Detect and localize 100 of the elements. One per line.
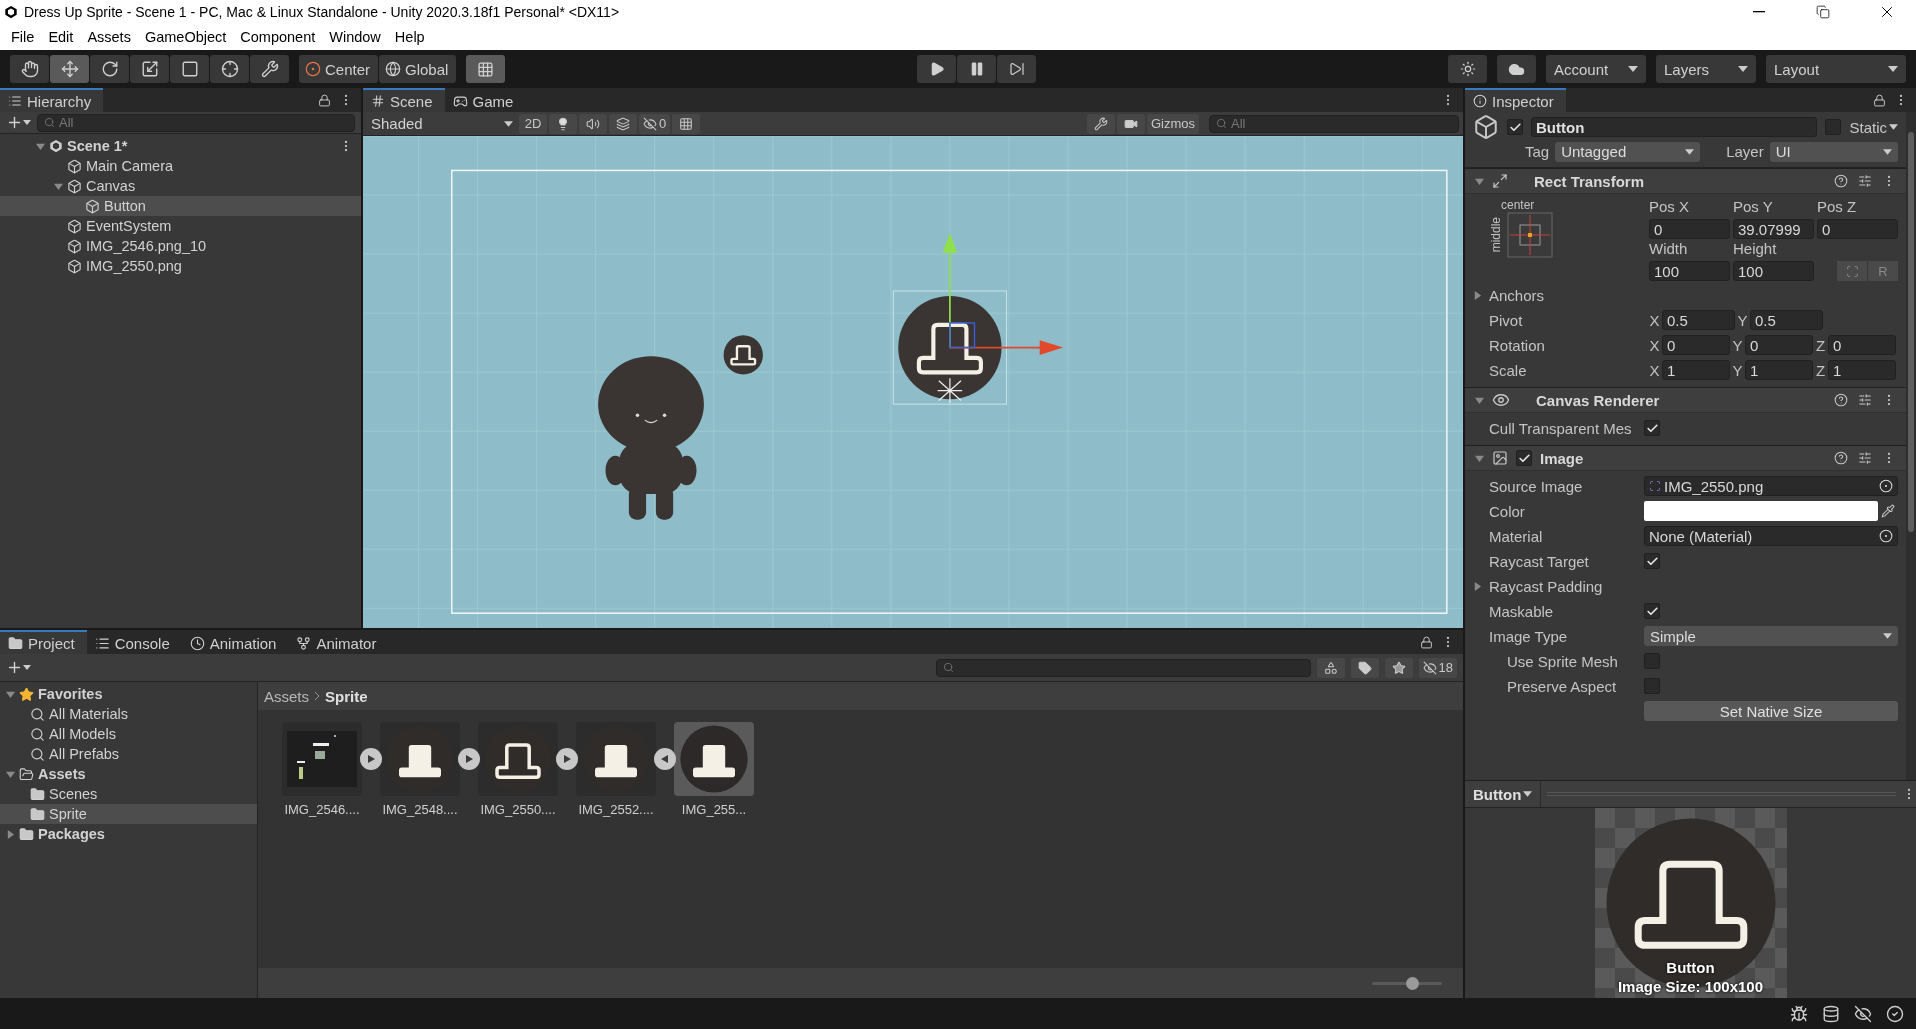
expand-arrow-icon[interactable] [1475,395,1484,405]
panel-tab[interactable]: Animation [181,630,289,654]
number-field[interactable]: 100 [1733,261,1814,281]
hierarchy-item[interactable]: IMG_2550.png [0,256,361,276]
grid-toggle[interactable] [672,113,701,134]
number-field[interactable]: 0 [1745,335,1813,355]
color-field[interactable] [1644,501,1878,521]
checkbox[interactable] [1644,420,1660,436]
hierarchy-item[interactable]: EventSystem [0,216,361,236]
selected-button-sprite[interactable] [898,295,1002,400]
expand-sprites-button[interactable] [458,748,480,770]
number-field[interactable]: 100 [1649,261,1730,281]
menu-item[interactable]: File [4,29,42,45]
number-field[interactable]: 0 [1649,219,1730,239]
toolbar-dropdown[interactable]: Layers [1656,55,1756,83]
asset-thumbnail[interactable] [282,722,362,796]
expand-arrow-icon[interactable] [1473,581,1482,591]
number-field[interactable]: 0 [1828,335,1896,355]
number-field[interactable]: 1 [1662,360,1730,380]
hierarchy-item[interactable]: Canvas [0,176,361,196]
hierarchy-item[interactable]: Scene 1* [0,136,361,156]
hierarchy-tab[interactable]: Hierarchy [0,88,104,112]
pause-button[interactable] [957,55,997,83]
asset-thumbnail[interactable] [380,722,460,796]
menu-item[interactable]: GameObject [137,29,234,45]
asset-thumbnail[interactable] [674,722,754,796]
expand-arrow-icon[interactable] [6,829,15,839]
tool-button[interactable] [10,55,49,83]
menu-item[interactable]: Edit [41,29,81,45]
favorite-button[interactable] [1384,657,1413,678]
foldout-label[interactable]: Anchors [1489,286,1789,304]
enable-checkbox[interactable] [1516,450,1532,466]
expand-sprites-button[interactable] [654,748,676,770]
component-header[interactable]: Canvas Renderer [1465,387,1906,413]
number-field[interactable]: 0 [1662,335,1730,355]
asset-thumbnail[interactable] [478,722,558,796]
pivot-space-button[interactable]: Global [379,55,457,83]
preview-dropdown[interactable]: Button [1465,781,1542,807]
checkbox[interactable] [1644,678,1660,694]
expand-arrow-icon[interactable] [1475,176,1484,186]
component-header[interactable]: Image [1465,445,1906,471]
breadcrumb-item[interactable]: Assets [264,687,309,705]
project-tree-item[interactable]: All Prefabs [0,744,257,764]
component-header[interactable]: Rect Transform [1465,168,1906,194]
play-button[interactable] [917,55,957,83]
tag-dropdown[interactable]: Untagged [1555,141,1701,162]
filter-type-button[interactable] [1316,657,1345,678]
project-tree-item[interactable]: All Materials [0,704,257,724]
hierarchy-item[interactable]: IMG_2546.png_10 [0,236,361,256]
number-field[interactable]: 0 [1817,219,1898,239]
inspector-tab[interactable]: Inspector [1465,88,1566,112]
services-button[interactable] [1448,55,1487,83]
number-field[interactable]: 1 [1828,360,1896,380]
breadcrumb-item[interactable]: Sprite [325,687,368,705]
filter-label-button[interactable] [1350,657,1379,678]
hierarchy-item[interactable]: Main Camera [0,156,361,176]
set-native-size-button[interactable]: Set Native Size [1644,701,1898,721]
grid-snap-button[interactable] [466,55,506,83]
selection-rect[interactable] [892,290,1007,405]
2d-mode-button[interactable]: 2D [519,113,547,134]
expand-sprites-button[interactable] [556,748,578,770]
project-tree-item[interactable]: Packages [0,824,257,844]
project-tree-item[interactable]: All Models [0,724,257,744]
menu-item[interactable]: Window [322,29,388,45]
scrollbar[interactable] [1906,112,1916,780]
camera-dropdown[interactable] [1116,113,1145,134]
menu-item[interactable]: Component [233,29,323,45]
tool-button[interactable] [170,55,209,83]
expand-arrow-icon[interactable] [36,141,45,151]
number-field[interactable]: 1 [1745,360,1813,380]
project-tree-item[interactable]: Assets [0,764,257,784]
name-field[interactable]: Button [1531,117,1818,137]
number-field[interactable]: 39.07999 [1733,219,1814,239]
view-tab[interactable]: Scene [363,88,445,112]
toolbar-dropdown[interactable]: Account [1546,55,1646,83]
step-button[interactable] [997,55,1037,83]
toolbar-dropdown[interactable]: Layout [1766,55,1906,83]
expand-arrow-icon[interactable] [6,689,15,699]
checkbox[interactable] [1644,603,1660,619]
tools-toggle[interactable] [1086,113,1115,134]
checkbox[interactable] [1644,653,1660,669]
object-field[interactable]: IMG_2550.png [1644,476,1898,496]
tool-button[interactable] [50,55,89,83]
character-drawing[interactable] [598,356,704,520]
audio-toggle[interactable] [579,113,607,134]
expand-arrow-icon[interactable] [6,769,15,779]
checkbox[interactable] [1644,553,1660,569]
expand-arrow-icon[interactable] [54,181,63,191]
panel-tab[interactable]: Project [0,630,87,654]
hat-button-sprite[interactable] [723,335,763,375]
view-tab[interactable]: Game [444,88,526,112]
tool-button[interactable] [90,55,129,83]
object-field[interactable]: None (Material) [1644,526,1898,546]
tool-button[interactable] [210,55,249,83]
project-tree-item[interactable]: Favorites [0,684,257,704]
shading-mode-dropdown[interactable]: Shaded [367,113,517,134]
menu-item[interactable]: Help [387,29,432,45]
panel-tab[interactable]: Animator [288,630,389,654]
slider-thumb[interactable] [1406,976,1420,990]
panel-tab[interactable]: Console [86,630,182,654]
